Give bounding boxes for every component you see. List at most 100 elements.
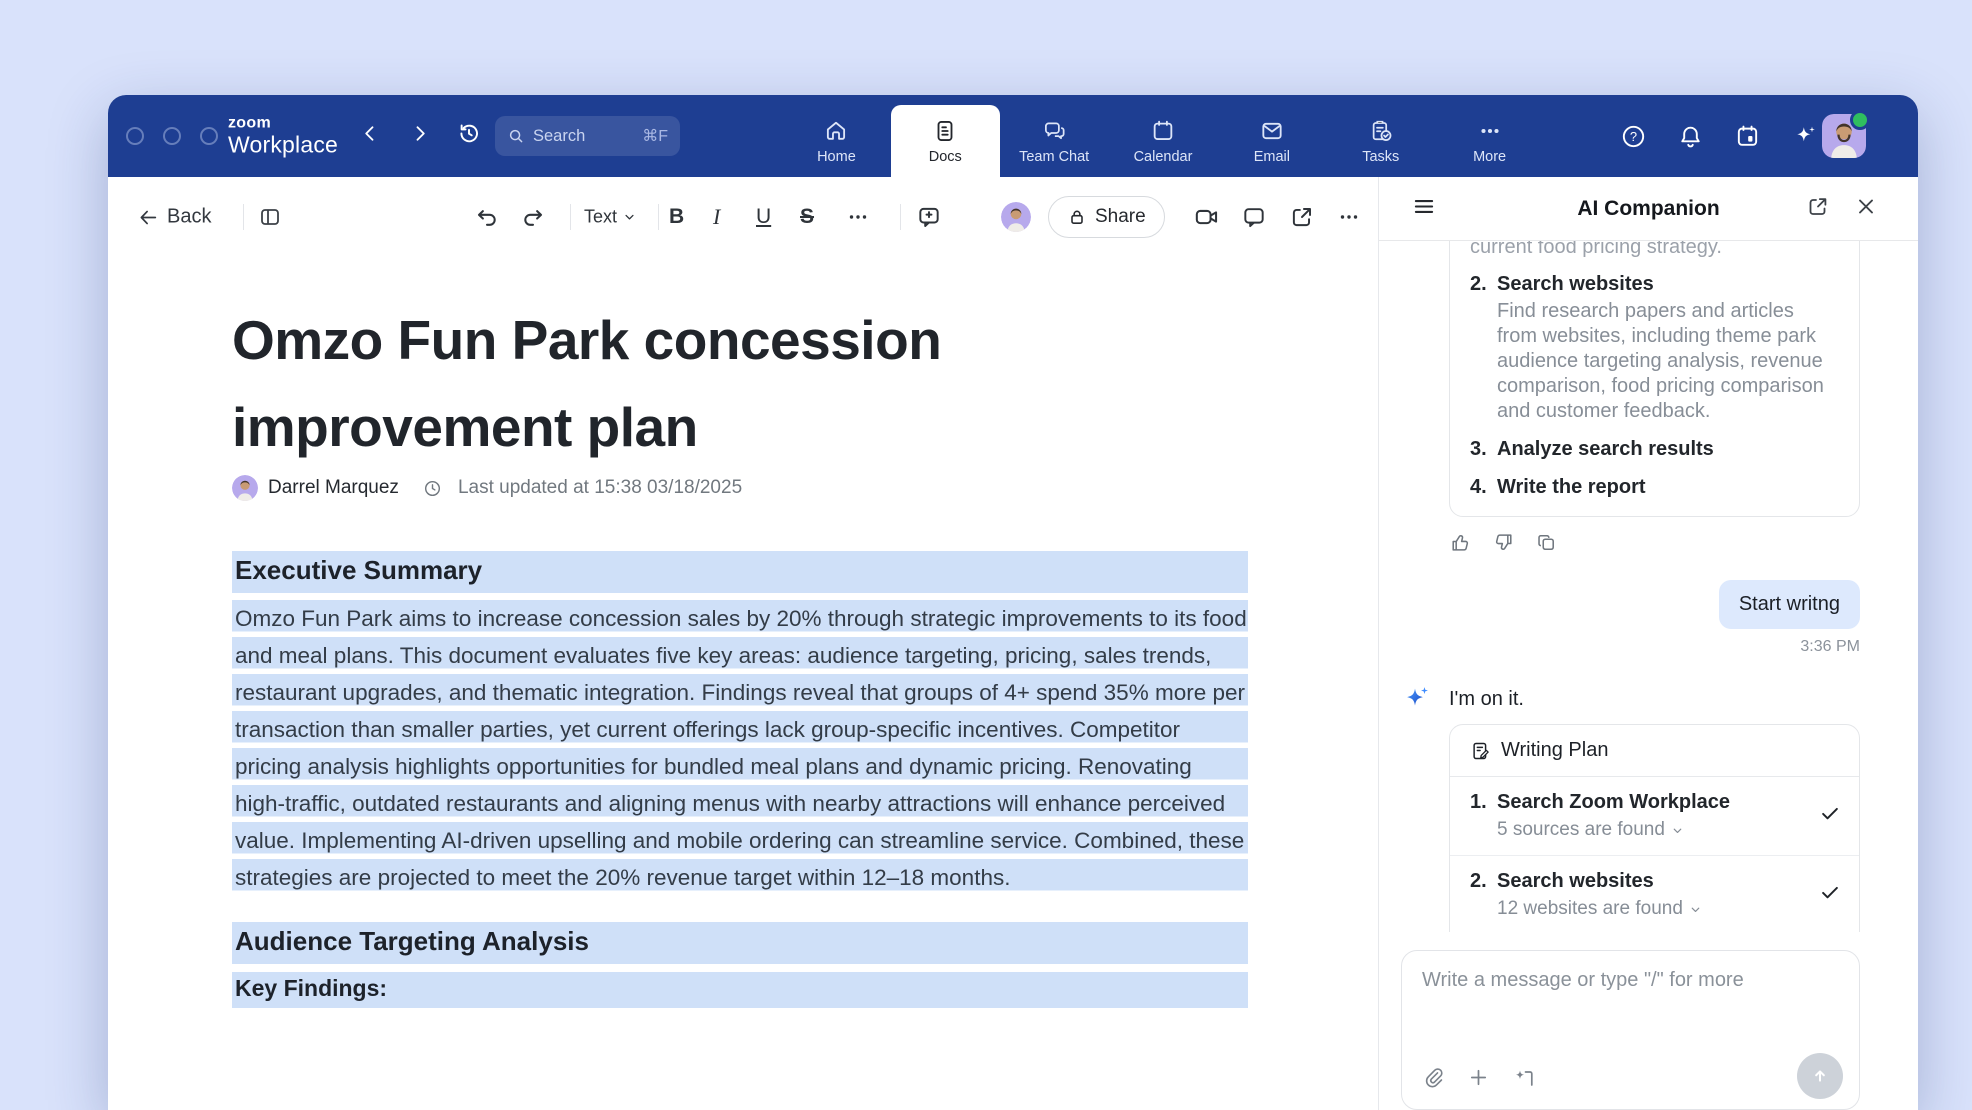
window-minimize-button[interactable]: [163, 127, 181, 145]
step-sources-toggle[interactable]: 12 websites are found: [1497, 896, 1803, 922]
thumbs-up-icon[interactable]: [1449, 531, 1472, 554]
undo-icon: [474, 204, 500, 230]
history-icon[interactable]: [456, 121, 482, 152]
clock-icon: [423, 479, 442, 498]
message-feedback-row: [1449, 531, 1860, 554]
send-button[interactable]: [1797, 1053, 1843, 1099]
tab-calendar[interactable]: Calendar: [1109, 105, 1218, 177]
docs-icon: [932, 118, 958, 144]
main-nav-tabs: Home Docs Team Chat Calendar Email: [782, 95, 1544, 177]
close-icon[interactable]: [1854, 194, 1878, 223]
executive-summary-paragraph: Omzo Fun Park aims to increase concessio…: [232, 600, 1248, 896]
nav-forward-icon[interactable]: [410, 124, 430, 149]
plan-preview-item: 4. Write the report: [1470, 474, 1839, 500]
search-shortcut: ⌘F: [642, 126, 668, 146]
tab-more[interactable]: More: [1435, 105, 1544, 177]
clipped-plan-line: current food pricing strategy.: [1470, 241, 1839, 259]
open-external-icon[interactable]: [1289, 204, 1315, 230]
tab-tasks[interactable]: Tasks: [1326, 105, 1435, 177]
strikethrough-button[interactable]: S: [800, 205, 834, 229]
italic-button[interactable]: I: [713, 204, 747, 230]
thumbs-down-icon[interactable]: [1492, 531, 1515, 554]
writing-plan-card: Writing Plan 1.Search Zoom Workplace 5 s…: [1449, 724, 1860, 932]
tab-home[interactable]: Home: [782, 105, 891, 177]
lock-icon: [1067, 207, 1087, 227]
writing-plan-title: Writing Plan: [1501, 739, 1608, 762]
chat-icon[interactable]: [1241, 204, 1267, 230]
plan-step: 2.Search websites 12 websites are found: [1450, 855, 1859, 932]
send-arrow-icon: [1809, 1065, 1831, 1087]
presence-indicator: [1850, 110, 1870, 130]
ai-panel-title: AI Companion: [1379, 197, 1918, 221]
chevron-down-icon: [1671, 824, 1684, 837]
nav-back-icon[interactable]: [360, 124, 380, 149]
ai-reply-row: I'm on it.: [1449, 684, 1860, 714]
ai-reply-text: I'm on it.: [1449, 688, 1524, 710]
key-findings-heading: Key Findings:: [232, 972, 1248, 1008]
plan-preview-card: current food pricing strategy. 2. Search…: [1449, 241, 1860, 517]
user-avatar[interactable]: [1822, 114, 1866, 158]
help-icon[interactable]: ?: [1620, 123, 1647, 150]
step-sources-toggle[interactable]: 5 sources are found: [1497, 817, 1803, 843]
more-formatting-icon[interactable]: [846, 205, 870, 229]
underline-button[interactable]: U: [756, 205, 790, 229]
document-toolbar: Back Text: [108, 177, 1378, 257]
ai-panel-header: AI Companion: [1379, 177, 1918, 241]
add-comment-icon[interactable]: [916, 204, 942, 230]
document-meta: Darrel Marquez Last updated at 15:38 03/…: [232, 475, 1248, 501]
bold-button[interactable]: B: [669, 205, 703, 229]
plan-preview-item: 2. Search websites Find research papers …: [1470, 271, 1839, 424]
ai-chat-scroll-area[interactable]: current food pricing strategy. 2. Search…: [1379, 241, 1918, 932]
step-check-icon: [1819, 803, 1841, 830]
pop-out-icon[interactable]: [1806, 194, 1830, 223]
copy-icon[interactable]: [1535, 531, 1558, 554]
step-check-icon: [1819, 882, 1841, 909]
video-call-icon[interactable]: [1193, 204, 1220, 231]
more-icon: [1477, 118, 1503, 144]
back-arrow-icon: [137, 206, 159, 228]
redo-button[interactable]: [520, 204, 546, 230]
logo-zoom: zoom: [228, 116, 338, 133]
tab-docs[interactable]: Docs: [891, 105, 1000, 177]
user-message-row: Start writng: [1449, 580, 1860, 629]
tab-email[interactable]: Email: [1217, 105, 1326, 177]
share-button[interactable]: Share: [1048, 196, 1165, 238]
plan-step: 1.Search Zoom Workplace 5 sources are fo…: [1450, 777, 1859, 855]
notifications-bell-icon[interactable]: [1677, 123, 1704, 150]
undo-button[interactable]: [474, 204, 500, 230]
share-label: Share: [1095, 206, 1146, 228]
insert-ai-icon[interactable]: [1512, 1066, 1536, 1095]
search-input[interactable]: Search ⌘F: [495, 116, 680, 156]
attach-file-icon[interactable]: [1422, 1066, 1445, 1095]
sidebar-toggle-icon[interactable]: [258, 205, 282, 229]
window-close-button[interactable]: [126, 127, 144, 145]
ai-message-input[interactable]: Write a message or type "/" for more: [1401, 950, 1860, 1110]
add-icon[interactable]: [1467, 1066, 1490, 1095]
zoom-workplace-window: zoom Workplace Search ⌘F Home: [108, 95, 1918, 1110]
author-avatar: [232, 475, 258, 501]
window-controls: [126, 127, 218, 145]
search-icon: [507, 127, 525, 145]
user-message-bubble: Start writng: [1719, 580, 1860, 629]
writing-plan-icon: [1470, 740, 1492, 762]
ai-companion-sparkle-icon[interactable]: [1791, 122, 1819, 150]
window-zoom-button[interactable]: [200, 127, 218, 145]
zoom-workplace-logo: zoom Workplace: [228, 116, 338, 157]
text-style-dropdown[interactable]: Text: [584, 207, 637, 228]
document-editor[interactable]: Omzo Fun Park concession improvement pla…: [232, 257, 1248, 1008]
writing-plan-header: Writing Plan: [1450, 725, 1859, 777]
today-calendar-icon[interactable]: [1734, 123, 1761, 150]
plan-preview-item: 3. Analyze search results: [1470, 436, 1839, 462]
search-placeholder: Search: [533, 127, 642, 146]
input-placeholder: Write a message or type "/" for more: [1422, 969, 1839, 992]
back-button[interactable]: Back: [137, 206, 211, 229]
topbar-right-icons: ?: [1620, 122, 1819, 150]
tab-calendar-label: Calendar: [1134, 149, 1193, 165]
tab-more-label: More: [1473, 149, 1506, 165]
collaborator-avatar[interactable]: [1001, 202, 1031, 232]
tab-tasks-label: Tasks: [1362, 149, 1399, 165]
author-name: Darrel Marquez: [268, 477, 399, 499]
last-updated: Last updated at 15:38 03/18/2025: [458, 477, 742, 499]
tab-team-chat[interactable]: Team Chat: [1000, 105, 1109, 177]
more-actions-icon[interactable]: [1337, 205, 1361, 229]
